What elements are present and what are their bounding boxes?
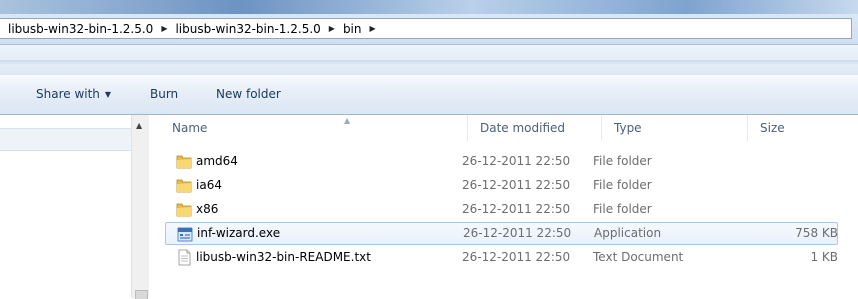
column-header-type[interactable]: Type xyxy=(614,115,642,141)
file-type: Text Document xyxy=(593,250,684,264)
burn-button[interactable]: Burn xyxy=(150,87,178,101)
breadcrumb-item[interactable]: libusb-win32-bin-1.2.5.0 xyxy=(173,22,322,36)
breadcrumb-arrow-icon[interactable]: ▶ xyxy=(155,24,173,33)
file-name: ia64 xyxy=(196,178,222,192)
file-row-selected[interactable]: inf-wizard.exe 26-12-2011 22:50 Applicat… xyxy=(165,222,838,245)
column-header-date-modified[interactable]: Date modified xyxy=(480,115,565,141)
file-date-modified: 26-12-2011 22:50 xyxy=(462,154,571,168)
scroll-up-icon[interactable]: ▲ xyxy=(136,121,142,130)
text-document-icon xyxy=(178,249,191,266)
column-header-name-label: Name xyxy=(172,121,208,135)
navigation-pane[interactable]: ▲ xyxy=(0,115,149,299)
column-header-name[interactable]: Name ▲ xyxy=(172,115,462,141)
breadcrumb[interactable]: libusb-win32-bin-1.2.5.0 ▶ libusb-win32-… xyxy=(0,18,852,39)
file-name: libusb-win32-bin-README.txt xyxy=(196,250,371,264)
nav-selected-item[interactable] xyxy=(0,128,132,151)
file-type: File folder xyxy=(593,202,652,216)
chevron-down-icon: ▼ xyxy=(104,90,112,99)
column-divider[interactable] xyxy=(601,115,602,141)
nav-scrollbar[interactable]: ▲ xyxy=(131,115,149,299)
address-bar[interactable]: libusb-win32-bin-1.2.5.0 ▶ libusb-win32-… xyxy=(0,14,858,45)
file-row[interactable]: ia64 26-12-2011 22:50 File folder xyxy=(165,174,838,197)
file-size: 1 KB xyxy=(810,250,838,264)
breadcrumb-item[interactable]: libusb-win32-bin-1.2.5.0 xyxy=(6,22,155,36)
file-row[interactable]: x86 26-12-2011 22:50 File folder xyxy=(165,198,838,221)
column-header-size[interactable]: Size xyxy=(760,115,785,141)
file-name: inf-wizard.exe xyxy=(197,226,281,240)
application-icon xyxy=(177,227,193,242)
band-divider xyxy=(0,60,858,66)
file-size: 758 KB xyxy=(795,226,838,240)
file-name: x86 xyxy=(196,202,219,216)
share-with-button[interactable]: Share with ▼ xyxy=(36,87,111,101)
folder-icon xyxy=(176,179,192,193)
file-type: File folder xyxy=(593,178,652,192)
file-date-modified: 26-12-2011 22:50 xyxy=(462,202,571,216)
file-type: File folder xyxy=(593,154,652,168)
breadcrumb-arrow-icon[interactable]: ▶ xyxy=(364,24,382,33)
column-divider[interactable] xyxy=(467,115,468,141)
sort-ascending-icon: ▲ xyxy=(344,116,351,125)
command-bar: Share with ▼ Burn New folder xyxy=(0,75,858,115)
file-date-modified: 26-12-2011 22:50 xyxy=(462,250,571,264)
file-row[interactable]: amd64 26-12-2011 22:50 File folder xyxy=(165,150,838,173)
breadcrumb-item[interactable]: bin xyxy=(341,22,364,36)
folder-icon xyxy=(176,155,192,169)
folder-icon xyxy=(176,203,192,217)
file-date-modified: 26-12-2011 22:50 xyxy=(462,178,571,192)
share-with-label: Share with xyxy=(36,87,100,101)
file-type: Application xyxy=(594,226,662,240)
file-list: Name ▲ Date modified Type Size amd64 26-… xyxy=(149,115,858,298)
window-title-bar xyxy=(0,0,858,14)
column-divider[interactable] xyxy=(747,115,748,141)
new-folder-button[interactable]: New folder xyxy=(216,87,281,101)
file-row[interactable]: libusb-win32-bin-README.txt 26-12-2011 2… xyxy=(165,246,838,269)
file-date-modified: 26-12-2011 22:50 xyxy=(463,226,572,240)
file-name: amd64 xyxy=(196,154,238,168)
breadcrumb-arrow-icon[interactable]: ▶ xyxy=(323,24,341,33)
